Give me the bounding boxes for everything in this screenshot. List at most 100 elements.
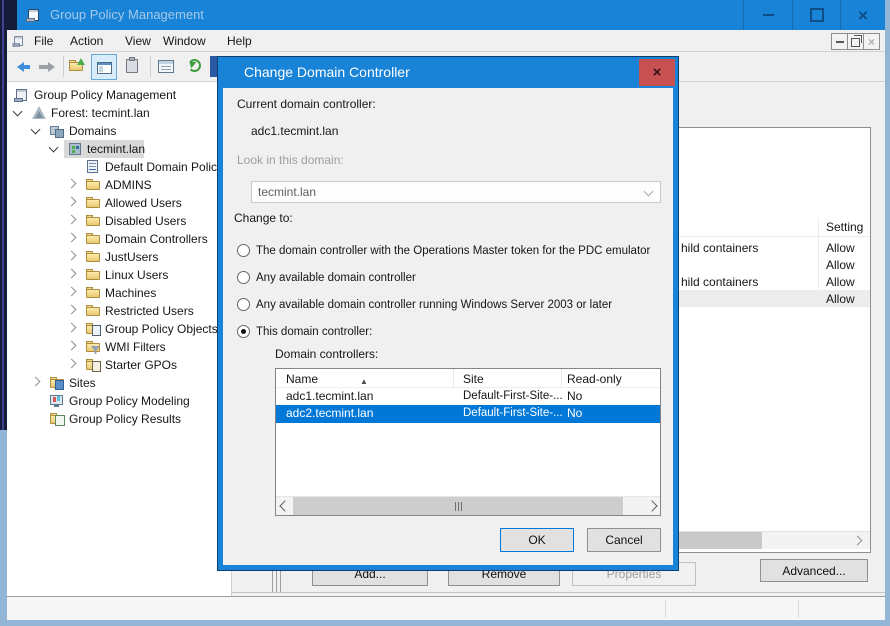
tree-item-label: Starter GPOs: [105, 357, 177, 374]
scroll-right-button[interactable]: [643, 497, 660, 515]
tree-item-domains[interactable]: Domains: [7, 122, 231, 140]
tree-item-group-policy-objects[interactable]: Group Policy Objects: [7, 320, 231, 338]
console-scroll-icon: [13, 35, 26, 48]
tree-item-group-policy-management[interactable]: Group Policy Management: [7, 86, 231, 104]
tree-item-group-policy-modeling[interactable]: Group Policy Modeling: [7, 392, 231, 410]
menu-view[interactable]: View: [125, 30, 151, 52]
results-icon: [49, 411, 65, 427]
tree-item-sites[interactable]: Sites: [7, 374, 231, 392]
menu-action[interactable]: Action: [70, 30, 103, 52]
maximize-button[interactable]: [792, 0, 840, 30]
collapsed-chevron-icon[interactable]: [67, 287, 77, 297]
close-icon: ×: [858, 7, 868, 24]
ok-button[interactable]: OK: [500, 528, 574, 552]
scroll-right-icon[interactable]: [853, 536, 863, 546]
dialog-body: Current domain controller: adc1.tecmint.…: [223, 88, 673, 565]
tree-item-label: Group Policy Objects: [105, 321, 218, 338]
tree-item-domain-controllers[interactable]: Domain Controllers: [7, 230, 231, 248]
close-icon: ×: [653, 65, 662, 80]
column-header-site[interactable]: Site: [463, 371, 484, 388]
ou-folder-icon: [85, 195, 101, 211]
child-restore-button[interactable]: [847, 33, 864, 50]
collapsed-chevron-icon[interactable]: [67, 269, 77, 279]
collapsed-chevron-icon[interactable]: [31, 377, 41, 387]
column-divider[interactable]: [453, 369, 454, 388]
tree-item-admins[interactable]: ADMINS: [7, 176, 231, 194]
tree-item-allowed-users[interactable]: Allowed Users: [7, 194, 231, 212]
radio-any-dc[interactable]: [237, 271, 250, 284]
minimize-button[interactable]: [743, 0, 792, 30]
table-row[interactable]: adc1.tecmint.lan Default-First-Site-... …: [276, 388, 660, 405]
advanced-button[interactable]: Advanced...: [760, 559, 868, 582]
radio-label[interactable]: The domain controller with the Operation…: [256, 243, 650, 260]
collapsed-chevron-icon[interactable]: [67, 179, 77, 189]
tree-item-linux-users[interactable]: Linux Users: [7, 266, 231, 284]
scroll-left-button[interactable]: [276, 497, 293, 515]
export-list-icon[interactable]: [68, 58, 84, 74]
radio-label[interactable]: Any available domain controller running …: [256, 297, 612, 314]
expanded-chevron-icon[interactable]: [31, 125, 41, 135]
forward-icon[interactable]: [37, 59, 57, 75]
tree-item-restricted-users[interactable]: Restricted Users: [7, 302, 231, 320]
ou-folder-icon: [85, 303, 101, 319]
tree-item-forest-tecmint-lan[interactable]: Forest: tecmint.lan: [7, 104, 231, 122]
domain-combobox[interactable]: tecmint.lan: [251, 181, 661, 203]
expanded-chevron-icon[interactable]: [13, 107, 23, 117]
radio-label[interactable]: This domain controller:: [256, 324, 372, 341]
modeling-icon: [49, 393, 65, 409]
paste-icon[interactable]: [123, 56, 139, 72]
radio-this-dc[interactable]: [237, 325, 250, 338]
child-minimize-button[interactable]: [831, 33, 848, 50]
site-cell: Default-First-Site-...: [463, 405, 563, 422]
cancel-button[interactable]: Cancel: [587, 528, 661, 552]
tree-item-label: Sites: [69, 375, 96, 392]
tree-item-machines[interactable]: Machines: [7, 284, 231, 302]
collapsed-chevron-icon[interactable]: [67, 233, 77, 243]
expanded-chevron-icon[interactable]: [49, 143, 59, 153]
radio-pdc-emulator[interactable]: [237, 244, 250, 257]
collapsed-chevron-icon[interactable]: [67, 359, 77, 369]
collapsed-chevron-icon[interactable]: [67, 197, 77, 207]
collapsed-chevron-icon[interactable]: [67, 215, 77, 225]
menu-help[interactable]: Help: [227, 30, 252, 52]
setting-cell: Allow: [826, 291, 855, 308]
tree-item-label: Machines: [105, 285, 156, 302]
ou-folder-icon: [85, 249, 101, 265]
column-header-readonly[interactable]: Read-only: [567, 371, 622, 388]
tree-item-tecmint-lan[interactable]: tecmint.lan: [7, 140, 231, 158]
menu-window[interactable]: Window: [163, 30, 206, 52]
tree-item-label: ADMINS: [105, 177, 152, 194]
setting-column-header[interactable]: Setting: [826, 219, 863, 236]
properties-icon[interactable]: [157, 58, 173, 74]
column-divider[interactable]: [561, 369, 562, 388]
close-button[interactable]: ×: [840, 0, 885, 30]
radio-any-dc-2003[interactable]: [237, 298, 250, 311]
refresh-icon[interactable]: [185, 56, 205, 76]
menu-file[interactable]: File: [34, 30, 53, 52]
table-row-selected[interactable]: adc2.tecmint.lan Default-First-Site-... …: [276, 405, 660, 423]
tree-item-wmi-filters[interactable]: WMI Filters: [7, 338, 231, 356]
table-hscrollbar[interactable]: [276, 496, 660, 515]
screen: Group Policy Management × File Action Vi…: [0, 0, 890, 626]
site-cell: Default-First-Site-...: [463, 388, 563, 405]
collapsed-chevron-icon[interactable]: [67, 251, 77, 261]
pane-grip-line: [280, 570, 281, 592]
collapsed-chevron-icon[interactable]: [67, 305, 77, 315]
show-console-tree-button[interactable]: [91, 54, 117, 80]
tree-item-disabled-users[interactable]: Disabled Users: [7, 212, 231, 230]
tree-item-label: Disabled Users: [105, 213, 186, 230]
app-scroll-icon: [26, 7, 42, 23]
gpo-folder-icon: [85, 321, 101, 337]
dialog-close-button[interactable]: ×: [639, 59, 675, 86]
tree-item-default-domain-policy[interactable]: Default Domain Policy: [7, 158, 231, 176]
scrollbar-thumb[interactable]: [293, 497, 623, 515]
radio-label[interactable]: Any available domain controller: [256, 270, 416, 287]
tree-item-justusers[interactable]: JustUsers: [7, 248, 231, 266]
back-icon[interactable]: [12, 59, 32, 75]
column-header-name[interactable]: Name: [286, 371, 318, 388]
setting-cell: Allow: [826, 257, 855, 274]
collapsed-chevron-icon[interactable]: [67, 341, 77, 351]
collapsed-chevron-icon[interactable]: [67, 323, 77, 333]
tree-item-starter-gpos[interactable]: Starter GPOs: [7, 356, 231, 374]
tree-item-group-policy-results[interactable]: Group Policy Results: [7, 410, 231, 428]
